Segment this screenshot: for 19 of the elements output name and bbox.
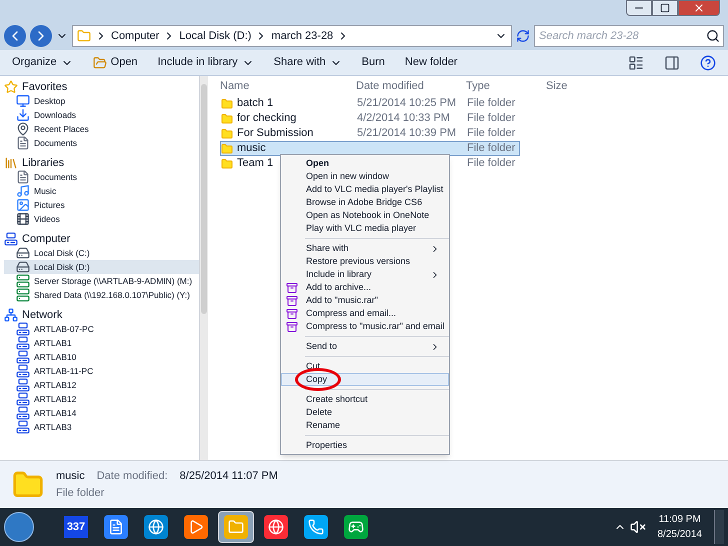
clock-date: 8/25/2014 xyxy=(658,528,702,542)
file-name: for checking xyxy=(237,111,296,126)
date-modified: 4/2/2014 10:33 PM xyxy=(357,112,450,124)
details-type: File folder xyxy=(56,486,106,500)
file-name: For Submission xyxy=(237,126,314,142)
file-name: batch 1 xyxy=(237,96,274,112)
file-name: Team 1 xyxy=(237,156,274,172)
clock-time: 11:09 PM xyxy=(658,513,701,527)
date-modified: 5/21/2014 10:25 PM xyxy=(357,97,456,110)
file-type: File folder xyxy=(467,111,516,126)
file-type: File folder xyxy=(467,156,516,172)
details-date-label: Date modified: xyxy=(96,469,168,484)
date-modified: 5/21/2014 10:39 PM xyxy=(357,127,456,140)
file-name: music xyxy=(237,141,266,156)
file-type: File folder xyxy=(467,96,516,112)
details-name: music xyxy=(56,469,85,484)
file-type: File folder xyxy=(467,126,516,142)
file-type: File folder xyxy=(467,141,516,156)
details-date: 8/25/2014 11:07 PM xyxy=(180,469,278,484)
